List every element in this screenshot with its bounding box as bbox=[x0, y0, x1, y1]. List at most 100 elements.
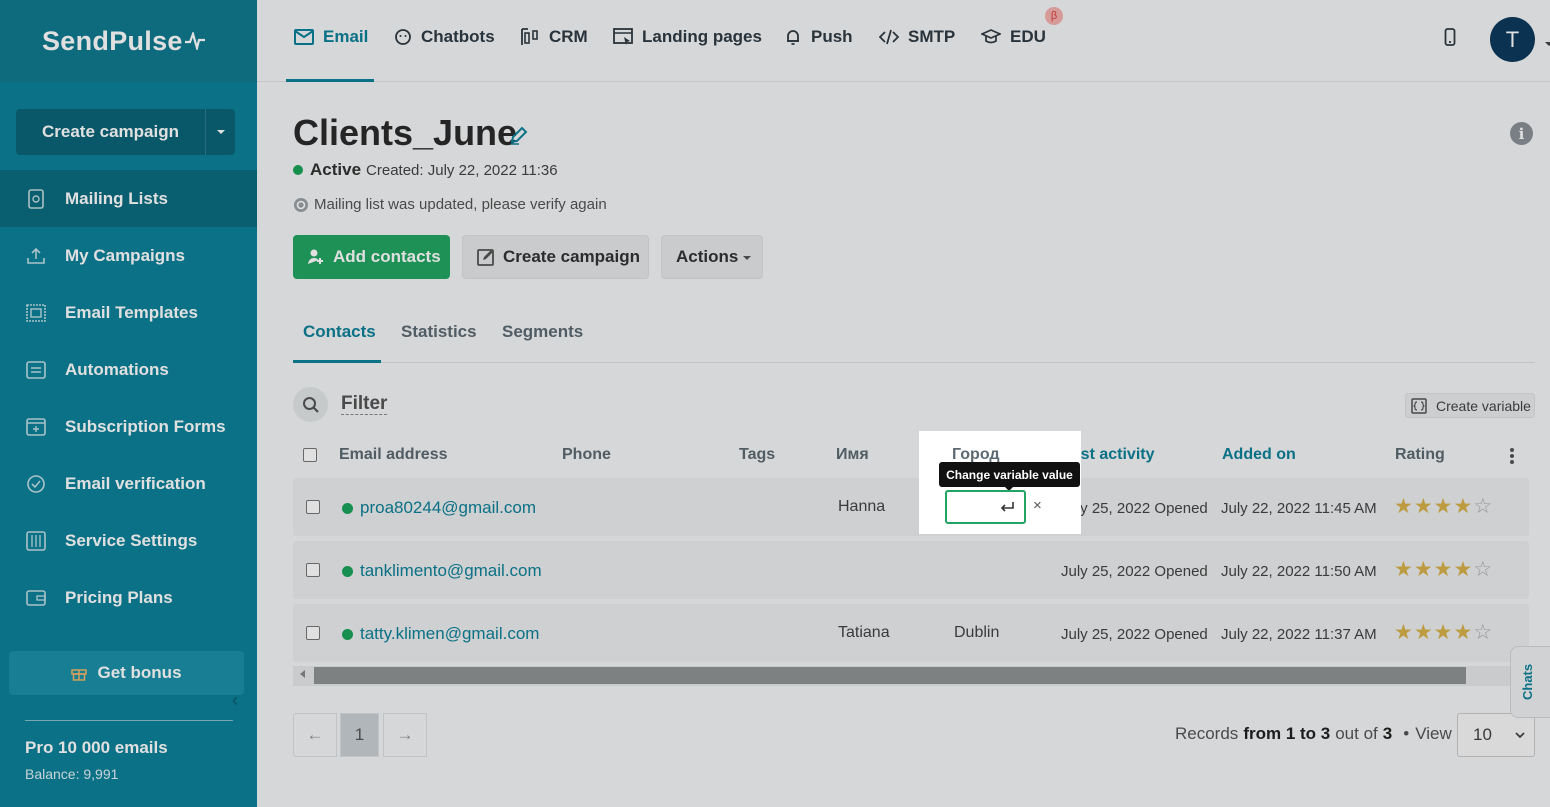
chevron-down-icon[interactable] bbox=[1540, 40, 1550, 46]
upload-icon bbox=[25, 245, 47, 267]
sidebar-item-email-templates[interactable]: Email Templates bbox=[0, 284, 257, 341]
landing-icon bbox=[613, 28, 633, 46]
select-all-checkbox[interactable] bbox=[303, 448, 317, 462]
star-filled-icon[interactable]: ★ bbox=[1414, 496, 1433, 517]
create-campaign-dropdown[interactable] bbox=[205, 109, 235, 155]
sidebar-item-label: Pricing Plans bbox=[65, 587, 173, 607]
search-icon[interactable] bbox=[293, 387, 328, 422]
star-filled-icon[interactable]: ★ bbox=[1434, 622, 1453, 643]
col-added-on[interactable]: Added on bbox=[1222, 446, 1296, 464]
sidebar-item-my-campaigns[interactable]: My Campaigns bbox=[0, 227, 257, 284]
tab-chatbots[interactable]: Chatbots bbox=[394, 27, 495, 47]
mobile-icon[interactable] bbox=[1444, 28, 1456, 51]
notice-text: Mailing list was updated, please verify … bbox=[314, 196, 607, 213]
col-name[interactable]: Имя bbox=[836, 446, 869, 464]
sidebar-item-mailing-lists[interactable]: Mailing Lists bbox=[0, 170, 257, 227]
sidebar-item-subscription-forms[interactable]: Subscription Forms bbox=[0, 398, 257, 455]
next-page-button[interactable]: → bbox=[383, 713, 427, 757]
scrollbar-thumb[interactable] bbox=[314, 667, 1466, 684]
tab-contacts[interactable]: Contacts bbox=[303, 322, 376, 342]
sidebar-nav: Mailing Lists My Campaigns Email Templat… bbox=[0, 170, 257, 626]
actions-dropdown[interactable]: Actions bbox=[661, 235, 763, 279]
star-filled-icon[interactable]: ★ bbox=[1414, 559, 1433, 580]
sidebar-item-email-verification[interactable]: Email verification bbox=[0, 455, 257, 512]
tab-edu[interactable]: EDU bbox=[981, 27, 1046, 47]
prev-page-button[interactable]: ← bbox=[293, 713, 337, 757]
tab-statistics[interactable]: Statistics bbox=[401, 322, 477, 342]
filter-link[interactable]: Filter bbox=[341, 394, 388, 415]
create-variable-button[interactable]: Create variable bbox=[1405, 393, 1535, 418]
tab-segments[interactable]: Segments bbox=[502, 322, 583, 342]
logo-text: SendPulse bbox=[42, 25, 183, 56]
beta-badge: β bbox=[1045, 7, 1063, 25]
tab-email[interactable]: Email bbox=[294, 27, 368, 47]
contact-email[interactable]: proa80244@gmail.com bbox=[342, 498, 536, 518]
tab-smtp[interactable]: SMTP bbox=[879, 27, 955, 47]
scroll-left-icon[interactable] bbox=[300, 670, 305, 678]
add-contacts-button[interactable]: Add contacts bbox=[293, 235, 450, 279]
star-filled-icon[interactable]: ★ bbox=[1394, 559, 1413, 580]
get-bonus-label: Get bonus bbox=[97, 663, 182, 682]
row-checkbox[interactable] bbox=[306, 563, 320, 577]
page-1-button[interactable]: 1 bbox=[340, 713, 379, 757]
sidebar-item-label: Automations bbox=[65, 359, 169, 379]
col-phone[interactable]: Phone bbox=[562, 446, 611, 464]
added-on: July 22, 2022 11:37 AM bbox=[1221, 626, 1377, 643]
page-size-select[interactable]: 10 bbox=[1457, 713, 1535, 757]
sidebar-item-service-settings[interactable]: Service Settings bbox=[0, 512, 257, 569]
tab-landing-pages[interactable]: Landing pages bbox=[613, 27, 762, 47]
star-empty-icon[interactable]: ☆ bbox=[1473, 559, 1492, 580]
collapse-sidebar-icon[interactable]: ‹ bbox=[232, 690, 238, 711]
tooltip: Change variable value bbox=[939, 462, 1080, 487]
active-tab-indicator bbox=[286, 79, 374, 82]
rating-stars: ★ ★ ★ ★ ☆ bbox=[1394, 622, 1493, 643]
get-bonus-button[interactable]: Get bonus bbox=[9, 651, 244, 695]
info-icon[interactable]: i bbox=[1510, 122, 1533, 145]
close-icon[interactable]: × bbox=[1033, 497, 1042, 514]
sidebar-item-automations[interactable]: Automations bbox=[0, 341, 257, 398]
chats-widget-tab[interactable]: Chats bbox=[1510, 646, 1550, 718]
star-empty-icon[interactable]: ☆ bbox=[1473, 496, 1492, 517]
added-on: July 22, 2022 11:50 AM bbox=[1221, 563, 1377, 580]
create-campaign-page-button[interactable]: Create campaign bbox=[462, 235, 649, 279]
star-filled-icon[interactable]: ★ bbox=[1434, 496, 1453, 517]
row-checkbox[interactable] bbox=[306, 500, 320, 514]
page-size-value: 10 bbox=[1473, 725, 1492, 744]
star-filled-icon[interactable]: ★ bbox=[1453, 496, 1472, 517]
status-dot bbox=[342, 565, 353, 577]
created-date: Created: July 22, 2022 11:36 bbox=[366, 161, 558, 179]
star-filled-icon[interactable]: ★ bbox=[1453, 559, 1472, 580]
view-label: View bbox=[1415, 724, 1452, 743]
col-rating[interactable]: Rating bbox=[1395, 446, 1445, 464]
star-filled-icon[interactable]: ★ bbox=[1434, 559, 1453, 580]
records-mid: out of bbox=[1335, 724, 1378, 743]
contact-email[interactable]: tanklimento@gmail.com bbox=[342, 561, 542, 581]
sidebar-item-pricing-plans[interactable]: Pricing Plans bbox=[0, 569, 257, 626]
enter-icon[interactable] bbox=[999, 500, 1015, 519]
contact-email[interactable]: tatty.klimen@gmail.com bbox=[342, 624, 539, 644]
star-filled-icon[interactable]: ★ bbox=[1394, 622, 1413, 643]
row-checkbox[interactable] bbox=[306, 626, 320, 640]
status-dot bbox=[342, 628, 353, 640]
contact-name: Hanna bbox=[838, 498, 886, 515]
avatar[interactable]: T bbox=[1490, 17, 1535, 62]
create-campaign-button[interactable]: Create campaign bbox=[16, 109, 235, 155]
tab-push[interactable]: Push bbox=[784, 27, 853, 47]
add-user-icon bbox=[307, 248, 325, 266]
star-empty-icon[interactable]: ☆ bbox=[1473, 622, 1492, 643]
more-vertical-icon[interactable] bbox=[1509, 447, 1515, 470]
rating-stars: ★ ★ ★ ★ ☆ bbox=[1394, 496, 1493, 517]
star-filled-icon[interactable]: ★ bbox=[1414, 622, 1433, 643]
pencil-icon[interactable] bbox=[509, 125, 529, 150]
star-filled-icon[interactable]: ★ bbox=[1394, 496, 1413, 517]
sidebar-item-label: Subscription Forms bbox=[65, 416, 226, 436]
sendpulse-logo[interactable]: SendPulse bbox=[42, 26, 205, 57]
col-email[interactable]: Email address bbox=[339, 446, 448, 464]
tab-crm[interactable]: CRM bbox=[520, 27, 588, 47]
col-tags[interactable]: Tags bbox=[739, 446, 775, 464]
logo-area: SendPulse bbox=[0, 0, 257, 82]
clock-icon bbox=[293, 197, 309, 213]
form-icon bbox=[25, 416, 47, 438]
star-filled-icon[interactable]: ★ bbox=[1453, 622, 1472, 643]
tab-label: Email bbox=[323, 27, 369, 46]
